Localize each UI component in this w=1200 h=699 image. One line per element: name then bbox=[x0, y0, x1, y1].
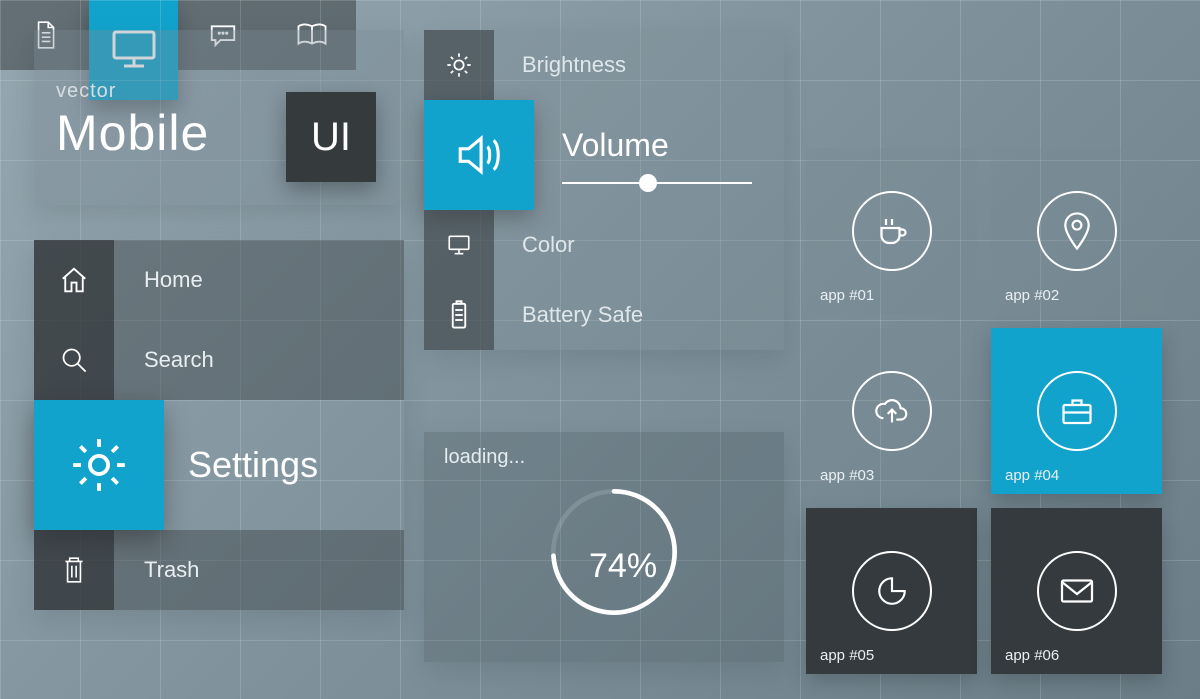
app-label: app #01 bbox=[820, 287, 874, 304]
location-icon bbox=[1062, 212, 1092, 250]
subtitle: vector bbox=[56, 80, 116, 103]
settings-panel: Brightness Volume Color Battery Safe bbox=[424, 30, 784, 350]
app-label: app #02 bbox=[1005, 287, 1059, 304]
apps-grid: app #01 app #02 app #03 app #04 app #05 … bbox=[806, 148, 1162, 674]
nav-item-trash[interactable]: Trash bbox=[34, 530, 404, 610]
ui-badge: UI bbox=[286, 92, 376, 182]
coffee-icon bbox=[874, 213, 910, 249]
app-tile-3[interactable]: app #03 bbox=[806, 328, 977, 494]
nav-list: Home Search Settings Trash bbox=[34, 240, 404, 610]
battery-icon bbox=[449, 300, 469, 330]
app-tile-4[interactable]: app #04 bbox=[991, 328, 1162, 494]
gear-icon bbox=[68, 434, 130, 496]
nav-label: Settings bbox=[188, 444, 318, 486]
setting-label: Color bbox=[522, 232, 575, 258]
setting-volume[interactable]: Volume bbox=[424, 100, 784, 210]
app-label: app #03 bbox=[820, 467, 874, 484]
nav-label: Search bbox=[144, 347, 214, 373]
app-tile-6[interactable]: app #06 bbox=[991, 508, 1162, 674]
setting-label: Volume bbox=[562, 127, 752, 164]
setting-brightness[interactable]: Brightness bbox=[424, 30, 784, 100]
setting-battery[interactable]: Battery Safe bbox=[424, 280, 784, 350]
monitor-icon bbox=[446, 232, 472, 258]
nav-item-settings[interactable]: Settings bbox=[34, 400, 404, 530]
search-icon bbox=[60, 346, 88, 374]
setting-color[interactable]: Color bbox=[424, 210, 784, 280]
nav-label: Trash bbox=[144, 557, 199, 583]
app-label: app #04 bbox=[1005, 467, 1059, 484]
app-tile-5[interactable]: app #05 bbox=[806, 508, 977, 674]
setting-label: Brightness bbox=[522, 52, 626, 78]
mail-icon bbox=[1059, 577, 1095, 605]
home-icon bbox=[59, 265, 89, 295]
briefcase-icon bbox=[1059, 395, 1095, 427]
brightness-icon bbox=[445, 51, 473, 79]
setting-label: Battery Safe bbox=[522, 302, 643, 328]
pie-chart-icon bbox=[875, 574, 909, 608]
volume-slider[interactable] bbox=[562, 182, 752, 184]
title-panel: vector Mobile UI bbox=[34, 30, 404, 205]
progress-text: 74% bbox=[589, 547, 657, 586]
app-label: app #05 bbox=[820, 647, 874, 664]
cloud-upload-icon bbox=[872, 395, 912, 427]
nav-item-home[interactable]: Home bbox=[34, 240, 404, 320]
nav-item-search[interactable]: Search bbox=[34, 320, 404, 400]
app-tile-1[interactable]: app #01 bbox=[806, 148, 977, 314]
app-tile-2[interactable]: app #02 bbox=[991, 148, 1162, 314]
nav-label: Home bbox=[144, 267, 203, 293]
trash-icon bbox=[61, 555, 87, 585]
title: Mobile bbox=[56, 104, 209, 162]
volume-icon bbox=[454, 130, 504, 180]
loading-panel: loading... 74% bbox=[424, 432, 784, 662]
app-label: app #06 bbox=[1005, 647, 1059, 664]
loading-label: loading... bbox=[444, 446, 525, 469]
slider-knob[interactable] bbox=[639, 174, 657, 192]
